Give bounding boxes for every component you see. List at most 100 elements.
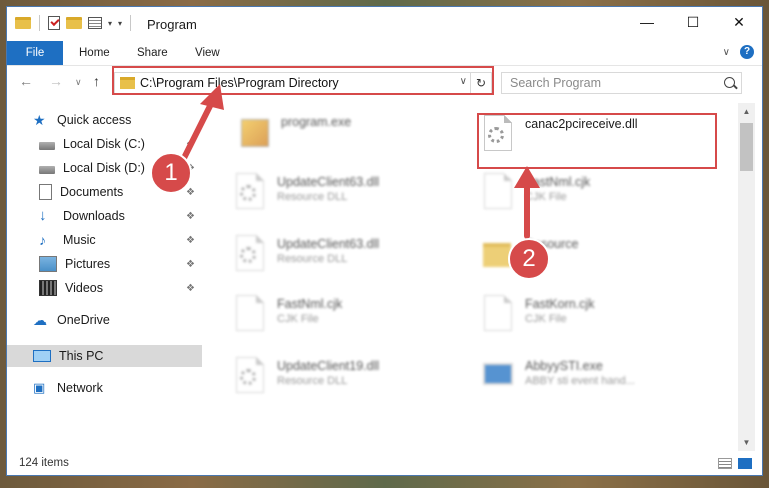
sidebar-item-this-pc[interactable]: This PC <box>7 345 202 367</box>
file-type: CJK File <box>525 313 567 325</box>
music-icon: ♪ <box>39 232 46 248</box>
sidebar-item-label: Pictures <box>65 257 111 271</box>
chevron-down-icon[interactable]: ▾ <box>108 19 112 28</box>
search-icon[interactable] <box>724 77 735 88</box>
sidebar-item-quick-access[interactable]: ★ Quick access <box>7 109 202 131</box>
up-button[interactable]: ↑ <box>93 73 100 89</box>
network-icon: ▣ <box>33 380 46 395</box>
maximize-button[interactable]: ☐ <box>670 7 716 37</box>
file-name: UpdateClient63.dll <box>277 237 380 251</box>
sidebar-item-label: This PC <box>59 349 104 363</box>
app-icon <box>483 363 513 385</box>
sidebar-item-label: Local Disk (C:) <box>63 137 145 151</box>
sidebar-item-label: Music <box>63 233 96 247</box>
file-type: Resource DLL <box>277 253 348 265</box>
properties-icon[interactable] <box>88 17 102 29</box>
folder-icon <box>15 17 31 29</box>
help-icon[interactable]: ? <box>740 45 754 59</box>
file-name: AbbyySTI.exe <box>525 359 603 373</box>
toolbar-divider <box>130 15 132 31</box>
list-item[interactable]: UpdateClient19.dll Resource DLL <box>233 353 473 399</box>
list-item[interactable]: FastKorn.cjk CJK File <box>481 291 721 337</box>
file-icon <box>484 173 512 209</box>
recent-locations-icon[interactable]: ∨ <box>75 77 82 88</box>
file-icon <box>484 295 512 331</box>
address-highlight-box <box>112 66 494 95</box>
computer-icon <box>33 350 51 362</box>
list-item[interactable]: FastNml.cjk CJK File <box>481 169 721 215</box>
scroll-up-icon[interactable]: ▲ <box>738 103 755 120</box>
sidebar-item-label: Quick access <box>57 113 132 127</box>
list-item[interactable]: UpdateClient63.dll Resource DLL <box>233 231 473 277</box>
tab-share[interactable]: Share <box>123 41 182 65</box>
toolbar-divider <box>39 15 40 31</box>
sidebar-item-network[interactable]: ▣ Network <box>7 377 202 399</box>
pin-icon[interactable]: ❖ <box>186 283 196 294</box>
file-name: UpdateClient63.dll <box>277 175 380 189</box>
sidebar-item-label: Downloads <box>63 209 125 223</box>
back-button[interactable]: ← <box>19 73 33 89</box>
explorer-window: ▾ ▾ Program — ☐ ✕ File Home Share View ∨… <box>6 6 763 476</box>
sidebar-item-label: Videos <box>65 281 103 295</box>
properties-check-icon[interactable] <box>48 16 60 30</box>
list-item[interactable]: UpdateClient63.dll Resource DLL <box>233 169 473 215</box>
downloads-icon: ↓ <box>39 207 47 224</box>
documents-icon <box>39 184 52 200</box>
star-icon: ★ <box>33 112 46 128</box>
dll-gear-icon <box>240 185 256 201</box>
sidebar-item-pictures[interactable]: Pictures ❖ <box>7 253 202 275</box>
expand-ribbon-icon[interactable]: ∨ <box>723 47 730 58</box>
pin-icon[interactable]: ❖ <box>186 139 196 150</box>
pin-icon[interactable]: ❖ <box>186 259 196 270</box>
target-file-highlight-box <box>477 113 717 169</box>
quick-access-toolbar: ▾ ▾ <box>15 15 133 31</box>
videos-icon <box>39 280 57 296</box>
new-folder-icon[interactable] <box>66 17 82 29</box>
pin-icon[interactable]: ❖ <box>186 235 196 246</box>
file-name: FastKorn.cjk <box>525 297 595 311</box>
tab-file[interactable]: File <box>7 41 63 65</box>
cloud-icon: ☁ <box>33 312 47 328</box>
file-name: UpdateClient19.dll <box>277 359 380 373</box>
file-type: CJK File <box>277 313 319 325</box>
file-type: Resource DLL <box>277 375 348 387</box>
sidebar-item-label: OneDrive <box>57 313 110 327</box>
sidebar-item-downloads[interactable]: ↓ Downloads ❖ <box>7 205 202 227</box>
forward-button[interactable]: → <box>49 73 63 89</box>
file-name: program.exe <box>281 115 352 129</box>
file-type: CJK File <box>525 191 567 203</box>
search-input[interactable]: Search Program <box>501 72 742 94</box>
file-icon <box>236 295 264 331</box>
dll-gear-icon <box>240 247 256 263</box>
step-1-badge: 1 <box>150 152 192 194</box>
sidebar-item-videos[interactable]: Videos ❖ <box>7 277 202 299</box>
item-count: 124 items <box>19 457 69 469</box>
disk-icon <box>39 165 55 174</box>
tab-view[interactable]: View <box>181 41 234 65</box>
details-view-icon[interactable] <box>718 458 732 469</box>
scroll-down-icon[interactable]: ▼ <box>738 434 755 451</box>
sidebar-item-onedrive[interactable]: ☁ OneDrive <box>7 309 202 331</box>
customize-toolbar-icon[interactable]: ▾ <box>118 19 122 28</box>
file-type: Resource DLL <box>277 191 348 203</box>
dll-gear-icon <box>240 369 256 385</box>
list-item[interactable]: FastNml.cjk CJK File <box>233 291 473 337</box>
vertical-scrollbar[interactable]: ▲ ▼ <box>738 103 755 451</box>
disk-icon <box>39 141 55 150</box>
tab-home[interactable]: Home <box>65 41 124 65</box>
pin-icon[interactable]: ❖ <box>186 187 196 198</box>
file-name: FastNml.cjk <box>277 297 343 311</box>
step-2-badge: 2 <box>508 238 550 280</box>
file-name: FastNml.cjk <box>525 175 591 189</box>
close-button[interactable]: ✕ <box>716 7 762 37</box>
pictures-icon <box>39 256 57 272</box>
large-icons-view-icon[interactable] <box>738 458 752 469</box>
list-item[interactable]: program.exe <box>237 109 477 155</box>
scroll-thumb[interactable] <box>740 123 753 171</box>
list-item[interactable]: AbbyySTI.exe ABBY sti event hand... <box>481 353 721 399</box>
exe-icon <box>241 119 269 147</box>
pin-icon[interactable]: ❖ <box>186 211 196 222</box>
minimize-button[interactable]: — <box>624 7 670 37</box>
title-bar: ▾ ▾ Program — ☐ ✕ <box>7 7 762 41</box>
sidebar-item-music[interactable]: ♪ Music ❖ <box>7 229 202 251</box>
